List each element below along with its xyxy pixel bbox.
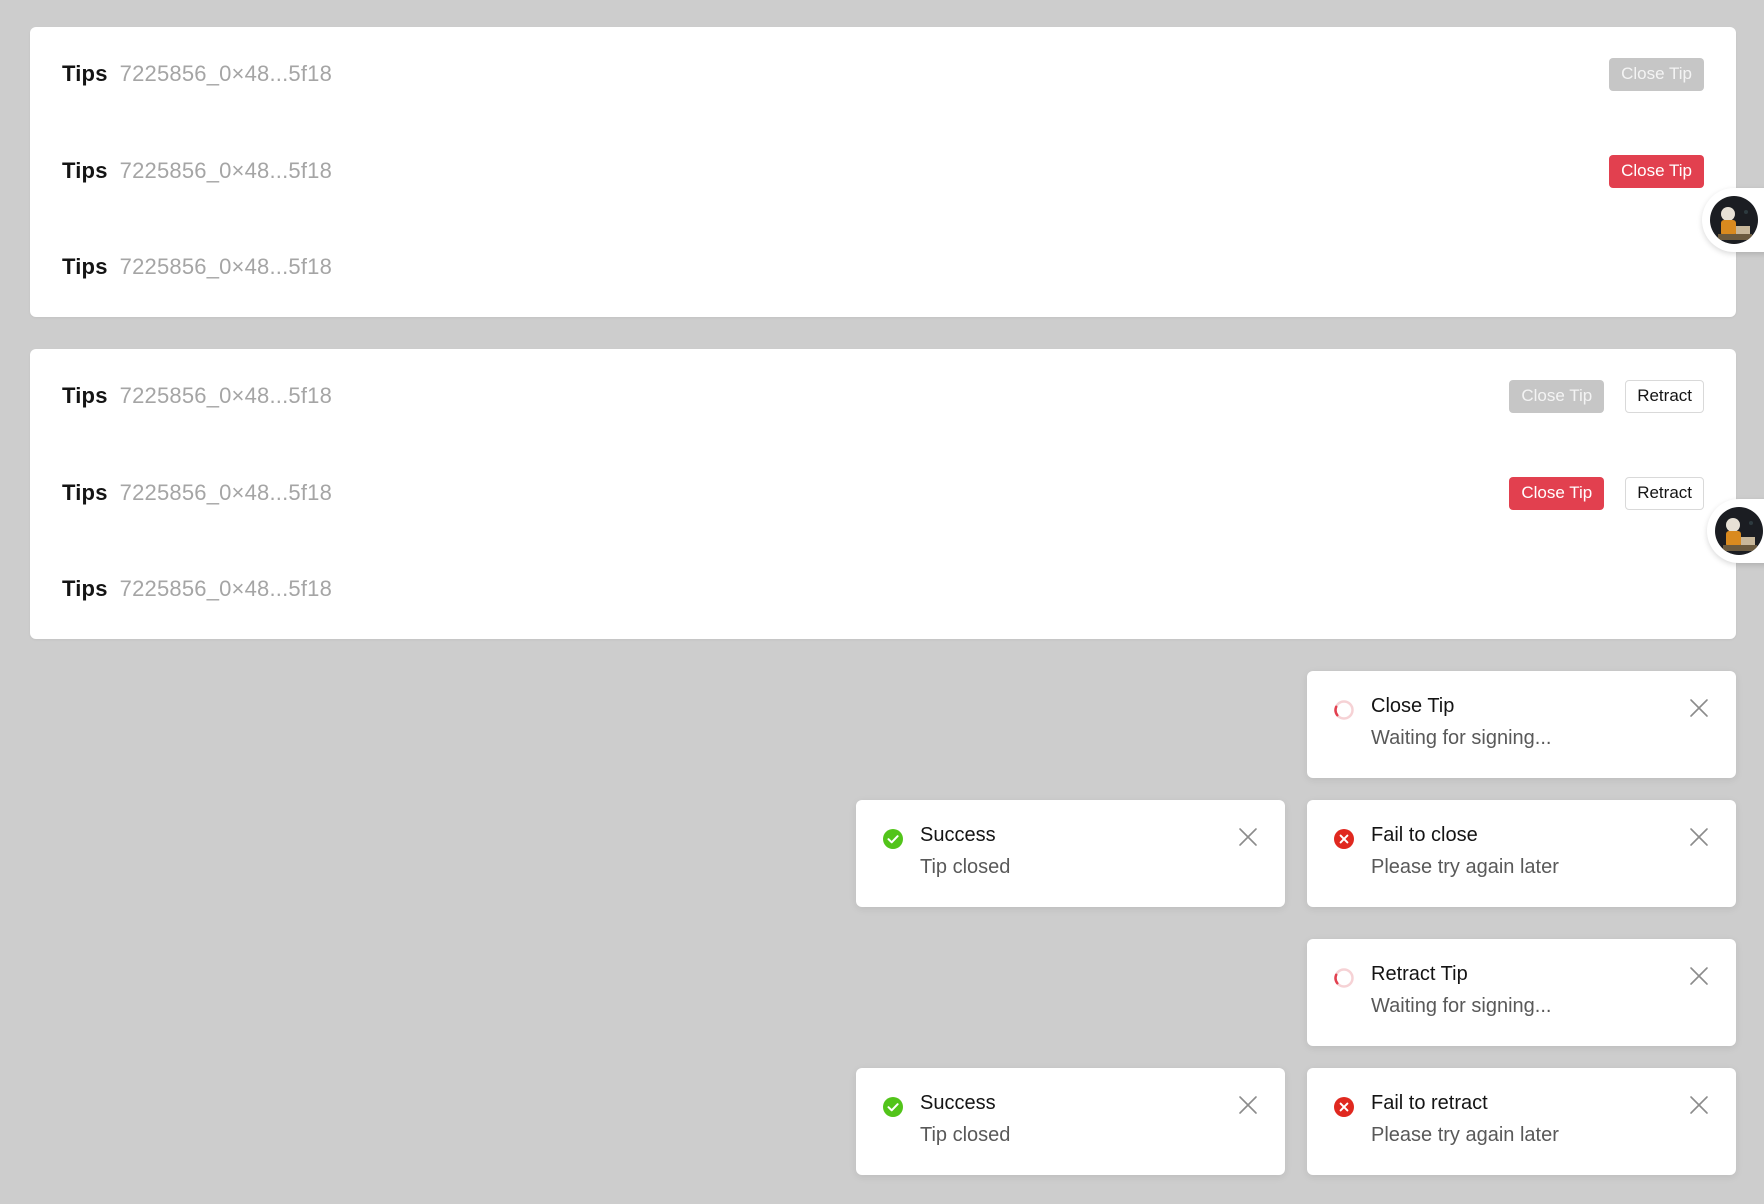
toast-title: Success [920, 824, 996, 846]
toast-close-tip-success: Success Tip closed [856, 800, 1285, 907]
close-tip-button-disabled[interactable]: Close Tip [1609, 57, 1704, 91]
tip-label: Tips [62, 480, 108, 505]
tip-address: 7225856_0×48...5f18 [119, 480, 333, 505]
close-icon[interactable] [1688, 965, 1710, 987]
tip-address: 7225856_0×48...5f18 [119, 576, 333, 601]
tip-label: Tips [62, 61, 108, 86]
toast-retract-tip-loading: Retract Tip Waiting for signing... [1307, 939, 1736, 1046]
tip-address: 7225856_0×48...5f18 [119, 383, 333, 408]
close-icon[interactable] [1688, 697, 1710, 719]
toast-close-tip-fail: Fail to close Please try again later [1307, 800, 1736, 907]
toast-message: Waiting for signing... [1371, 995, 1552, 1017]
close-tip-button[interactable]: Close Tip [1509, 476, 1605, 510]
toast-message: Tip closed [920, 1124, 1011, 1146]
toast-title: Fail to close [1371, 824, 1478, 846]
toast-retract-tip-success: Success Tip closed [856, 1068, 1285, 1175]
close-icon[interactable] [1237, 1094, 1259, 1116]
close-icon[interactable] [1237, 826, 1259, 848]
tip-row: Tips 7225856_0×48...5f18 Close Tip Retra… [62, 473, 1704, 513]
row-actions: Close Tip Retract [1509, 476, 1704, 510]
close-icon[interactable] [1688, 826, 1710, 848]
toast-message: Please try again later [1371, 856, 1559, 878]
toast-retract-tip-fail: Fail to retract Please try again later [1307, 1068, 1736, 1175]
tip-row: Tips 7225856_0×48...5f18 Close Tip Retra… [62, 376, 1704, 416]
retract-button[interactable]: Retract [1625, 476, 1704, 510]
error-circle-icon [1334, 1097, 1354, 1117]
tip-label: Tips [62, 383, 108, 408]
row-actions: Close Tip Retract [1509, 379, 1704, 413]
tip-address: 7225856_0×48...5f18 [119, 61, 333, 86]
toast-message: Waiting for signing... [1371, 727, 1552, 749]
check-circle-icon [883, 829, 903, 849]
avatar [1710, 196, 1758, 244]
toast-message: Tip closed [920, 856, 1011, 878]
tip-label: Tips [62, 158, 108, 183]
check-circle-icon [883, 1097, 903, 1117]
toast-title: Retract Tip [1371, 963, 1468, 985]
avatar [1715, 507, 1763, 555]
avatar-tab[interactable] [1707, 499, 1764, 563]
tips-panel-close-only: Tips 7225856_0×48...5f18 Close Tip Tips … [30, 27, 1736, 317]
tip-address: 7225856_0×48...5f18 [119, 254, 333, 279]
tips-panel-with-retract: Tips 7225856_0×48...5f18 Close Tip Retra… [30, 349, 1736, 639]
tip-label: Tips [62, 254, 108, 279]
tip-label: Tips [62, 576, 108, 601]
tip-row: Tips 7225856_0×48...5f18 [62, 247, 1704, 287]
toast-message: Please try again later [1371, 1124, 1559, 1146]
toast-title: Close Tip [1371, 695, 1455, 717]
toast-title: Success [920, 1092, 996, 1114]
spinner-icon [1334, 700, 1354, 720]
avatar-tab[interactable] [1702, 188, 1764, 252]
row-actions: Close Tip [1609, 57, 1704, 91]
error-circle-icon [1334, 829, 1354, 849]
close-tip-button-disabled[interactable]: Close Tip [1509, 379, 1605, 413]
tip-row: Tips 7225856_0×48...5f18 Close Tip [62, 54, 1704, 94]
tip-row: Tips 7225856_0×48...5f18 [62, 569, 1704, 609]
close-tip-button[interactable]: Close Tip [1609, 154, 1704, 188]
row-actions: Close Tip [1609, 154, 1704, 188]
tip-address: 7225856_0×48...5f18 [119, 158, 333, 183]
toast-close-tip-loading: Close Tip Waiting for signing... [1307, 671, 1736, 778]
close-icon[interactable] [1688, 1094, 1710, 1116]
retract-button[interactable]: Retract [1625, 379, 1704, 413]
toast-title: Fail to retract [1371, 1092, 1488, 1114]
spinner-icon [1334, 968, 1354, 988]
tip-row: Tips 7225856_0×48...5f18 Close Tip [62, 151, 1704, 191]
